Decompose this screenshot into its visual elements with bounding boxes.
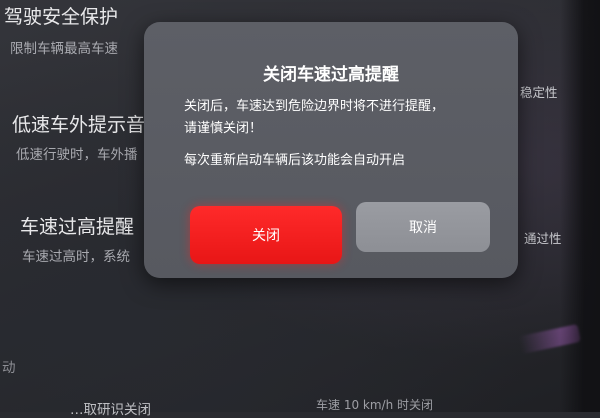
setting-title-low-speed-sound[interactable]: 低速车外提示音: [12, 110, 145, 137]
bottom-fragment-text: …取研识关闭: [70, 402, 151, 418]
setting-title-safety[interactable]: 驾驶安全保护: [4, 2, 118, 29]
close-button[interactable]: 关闭: [190, 206, 342, 264]
dialog-message-line3: 每次重新启动车辆后该功能会自动开启: [184, 153, 406, 168]
confirm-dialog: 关闭车速过高提醒 关闭后，车速达到危险边界时将不进行提醒， 请谨慎关闭！ 每次重…: [144, 22, 518, 278]
dialog-message-line2: 请谨慎关闭！: [184, 121, 263, 136]
setting-desc-low-speed-sound: 低速行驶时，车外播: [16, 147, 138, 163]
settings-screen: 驾驶安全保护 限制车辆最高车速 低速车外提示音 低速行驶时，车外播 车速过高提醒…: [0, 0, 600, 418]
dialog-message-line1: 关闭后，车速达到危险边界时将不进行提醒，: [184, 99, 445, 114]
setting-desc-overspeed: 车速过高时，系统: [22, 249, 130, 265]
close-button-label: 关闭: [252, 228, 280, 244]
bottom-fragment-right: 车速 10 km/h 时关闭: [316, 398, 434, 412]
dialog-title: 关闭车速过高提醒: [263, 65, 399, 85]
side-label-stability: 稳定性: [520, 85, 558, 100]
screen-bezel: [560, 0, 600, 412]
setting-desc-safety: 限制车辆最高车速: [10, 41, 118, 57]
bottom-fragment-left: 动: [2, 360, 16, 376]
cancel-button-label: 取消: [409, 220, 437, 236]
cancel-button[interactable]: 取消: [356, 202, 490, 252]
side-label-passability: 通过性: [524, 231, 562, 246]
setting-title-overspeed[interactable]: 车速过高提醒: [20, 212, 134, 239]
